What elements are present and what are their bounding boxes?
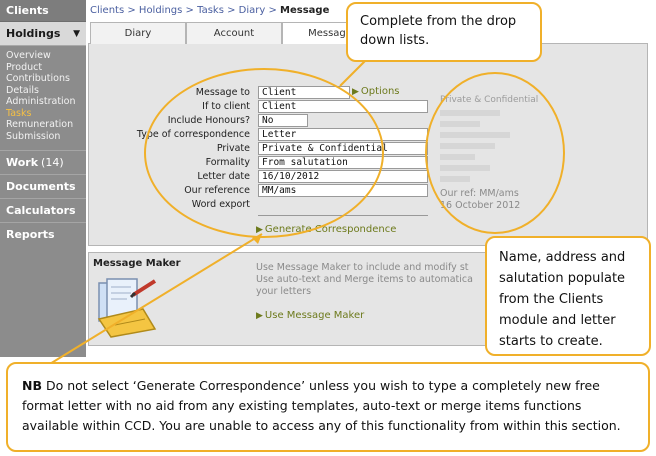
- nb-label: NB: [22, 378, 42, 393]
- callout-pointer-top: [339, 57, 369, 87]
- callout-nb-note: NB Do not select ‘Generate Correspondenc…: [6, 362, 650, 452]
- callout-pointer-nb: [39, 233, 263, 371]
- fields-highlight-ellipse: [144, 68, 384, 238]
- callout-dropdown-note: Complete from the drop down lists.: [346, 2, 542, 62]
- preview-highlight-ellipse: [425, 72, 565, 234]
- nb-text: Do not select ‘Generate Correspondence’ …: [22, 378, 621, 433]
- callout-populate-note: Name, address and salutation populate fr…: [485, 236, 651, 356]
